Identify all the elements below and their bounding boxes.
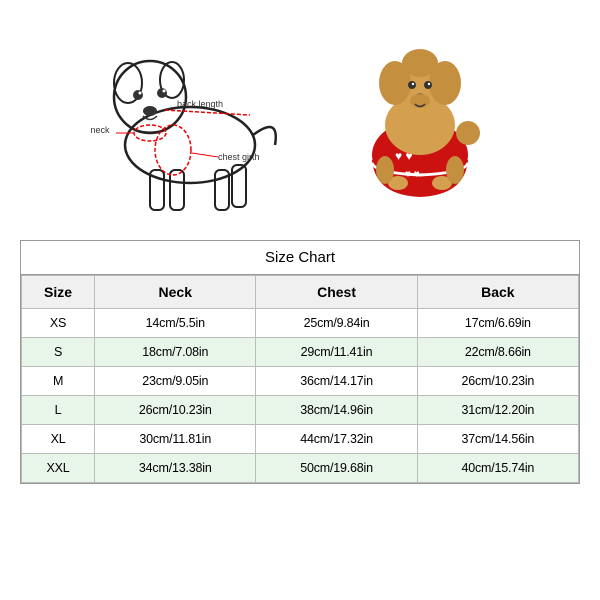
cell-r4-c2: 44cm/17.32in bbox=[256, 425, 417, 454]
cell-r0-c2: 25cm/9.84in bbox=[256, 309, 417, 338]
cell-r1-c3: 22cm/8.66in bbox=[417, 338, 578, 367]
image-area: back length neck chest girth bbox=[0, 0, 600, 240]
size-chart-container: Size Chart SizeNeckChestBack XS14cm/5.5i… bbox=[20, 240, 580, 484]
cell-r3-c0: L bbox=[22, 396, 95, 425]
poodle-photo: ♥ ♥ ♥ ♥ bbox=[310, 15, 530, 225]
col-header-size: Size bbox=[22, 276, 95, 309]
col-header-back: Back bbox=[417, 276, 578, 309]
cell-r2-c0: M bbox=[22, 367, 95, 396]
table-header-row: SizeNeckChestBack bbox=[22, 276, 579, 309]
cell-r5-c3: 40cm/15.74in bbox=[417, 454, 578, 483]
dog-diagram: back length neck chest girth bbox=[70, 15, 310, 225]
cell-r1-c0: S bbox=[22, 338, 95, 367]
cell-r5-c0: XXL bbox=[22, 454, 95, 483]
cell-r1-c1: 18cm/7.08in bbox=[95, 338, 256, 367]
neck-label: neck bbox=[90, 125, 110, 135]
cell-r3-c3: 31cm/12.20in bbox=[417, 396, 578, 425]
cell-r2-c3: 26cm/10.23in bbox=[417, 367, 578, 396]
size-table: SizeNeckChestBack XS14cm/5.5in25cm/9.84i… bbox=[21, 275, 579, 483]
cell-r0-c0: XS bbox=[22, 309, 95, 338]
table-row: XXL34cm/13.38in50cm/19.68in40cm/15.74in bbox=[22, 454, 579, 483]
cell-r0-c3: 17cm/6.69in bbox=[417, 309, 578, 338]
table-row: L26cm/10.23in38cm/14.96in31cm/12.20in bbox=[22, 396, 579, 425]
cell-r5-c2: 50cm/19.68in bbox=[256, 454, 417, 483]
cell-r4-c3: 37cm/14.56in bbox=[417, 425, 578, 454]
col-header-neck: Neck bbox=[95, 276, 256, 309]
svg-text:♥ ♥: ♥ ♥ bbox=[405, 169, 420, 180]
cell-r0-c1: 14cm/5.5in bbox=[95, 309, 256, 338]
cell-r5-c1: 34cm/13.38in bbox=[95, 454, 256, 483]
page: back length neck chest girth bbox=[0, 0, 600, 600]
chest-girth-label: chest girth bbox=[218, 152, 260, 162]
table-row: XS14cm/5.5in25cm/9.84in17cm/6.69in bbox=[22, 309, 579, 338]
cell-r2-c2: 36cm/14.17in bbox=[256, 367, 417, 396]
cell-r3-c2: 38cm/14.96in bbox=[256, 396, 417, 425]
cell-r3-c1: 26cm/10.23in bbox=[95, 396, 256, 425]
table-row: XL30cm/11.81in44cm/17.32in37cm/14.56in bbox=[22, 425, 579, 454]
table-row: M23cm/9.05in36cm/14.17in26cm/10.23in bbox=[22, 367, 579, 396]
col-header-chest: Chest bbox=[256, 276, 417, 309]
cell-r1-c2: 29cm/11.41in bbox=[256, 338, 417, 367]
back-length-label: back length bbox=[177, 99, 223, 109]
chart-title: Size Chart bbox=[21, 241, 579, 275]
cell-r4-c1: 30cm/11.81in bbox=[95, 425, 256, 454]
cell-r4-c0: XL bbox=[22, 425, 95, 454]
table-row: S18cm/7.08in29cm/11.41in22cm/8.66in bbox=[22, 338, 579, 367]
cell-r2-c1: 23cm/9.05in bbox=[95, 367, 256, 396]
